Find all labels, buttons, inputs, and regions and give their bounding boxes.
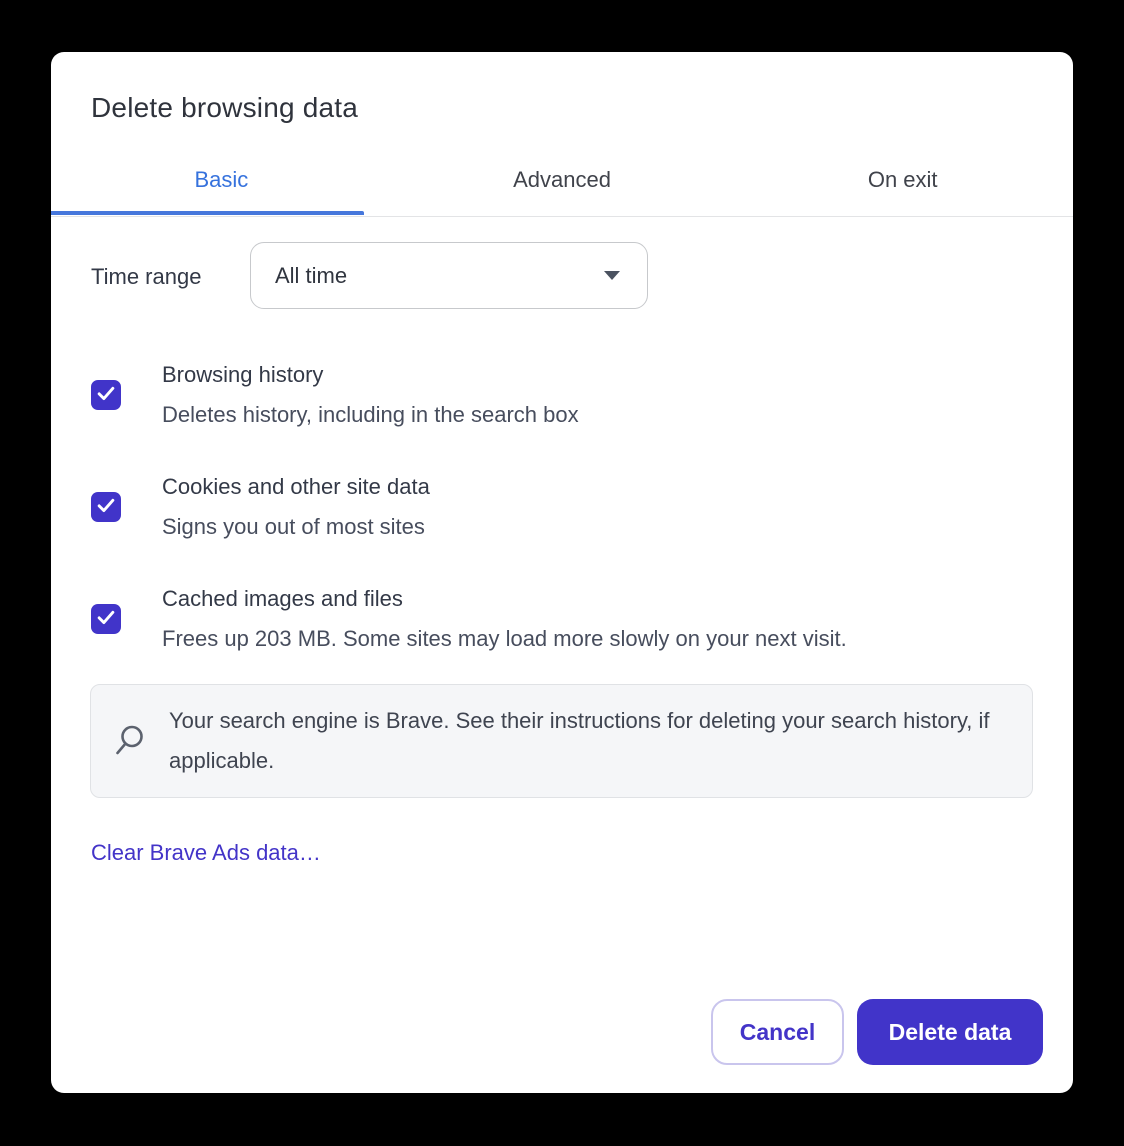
search-icon (112, 723, 148, 759)
cached-images-checkbox[interactable] (91, 604, 121, 634)
cookies-description: Signs you out of most sites (162, 507, 430, 547)
cached-images-row: Cached images and files Frees up 203 MB.… (91, 579, 1033, 659)
chevron-down-icon (604, 271, 620, 280)
cookies-checkbox[interactable] (91, 492, 121, 522)
time-range-select[interactable]: All time (250, 242, 648, 309)
cookies-label: Cookies and other site data (162, 467, 430, 507)
checkmark-icon (94, 493, 118, 522)
browsing-history-description: Deletes history, including in the search… (162, 395, 579, 435)
search-engine-notice-text: Your search engine is Brave. See their i… (169, 701, 992, 781)
browsing-history-checkbox[interactable] (91, 380, 121, 410)
tab-basic[interactable]: Basic (51, 148, 392, 216)
dialog-title: Delete browsing data (91, 91, 358, 125)
time-range-value: All time (275, 263, 604, 289)
tab-advanced[interactable]: Advanced (392, 148, 733, 216)
delete-browsing-data-dialog: Delete browsing data Basic Advanced On e… (51, 52, 1073, 1093)
cancel-button[interactable]: Cancel (711, 999, 844, 1065)
tab-bar: Basic Advanced On exit (51, 148, 1073, 217)
active-tab-underline (51, 211, 364, 215)
time-range-label: Time range (91, 263, 201, 291)
checkmark-icon (94, 381, 118, 410)
tab-on-exit[interactable]: On exit (732, 148, 1073, 216)
browsing-history-row: Browsing history Deletes history, includ… (91, 355, 1033, 435)
checkmark-icon (94, 605, 118, 634)
cached-images-description: Frees up 203 MB. Some sites may load mor… (162, 619, 847, 659)
dialog-actions: Cancel Delete data (711, 999, 1043, 1065)
cookies-row: Cookies and other site data Signs you ou… (91, 467, 1033, 547)
clear-brave-ads-data-link[interactable]: Clear Brave Ads data… (91, 838, 321, 868)
search-engine-notice: Your search engine is Brave. See their i… (90, 684, 1033, 798)
cached-images-label: Cached images and files (162, 579, 847, 619)
browsing-history-label: Browsing history (162, 355, 579, 395)
delete-data-button[interactable]: Delete data (857, 999, 1043, 1065)
